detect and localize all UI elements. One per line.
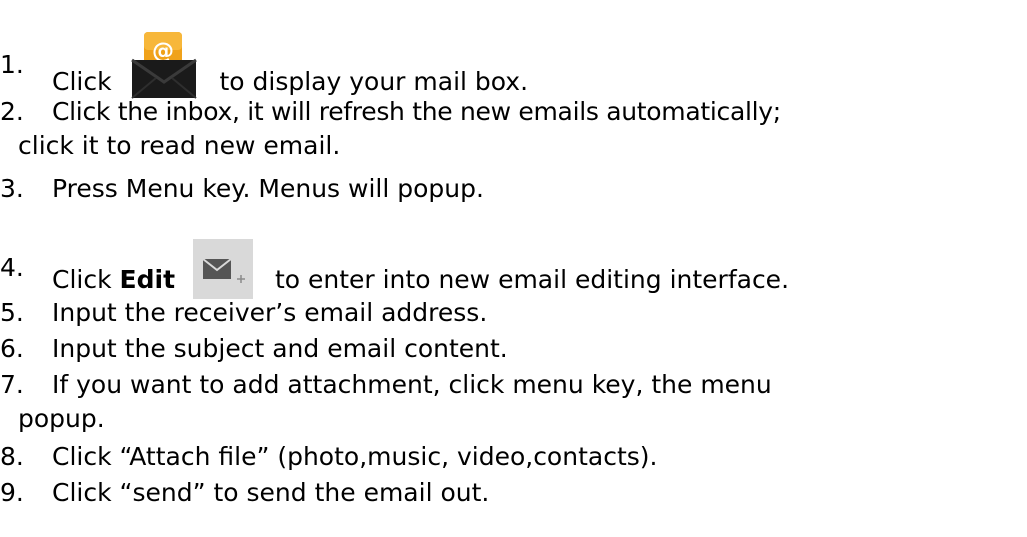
step-text: Input the receiver’s email address. [52, 298, 488, 327]
step-text-line-2: click it to read new email. [18, 131, 341, 160]
email-app-icon: @ [126, 30, 202, 100]
step-number: 3. [0, 174, 24, 203]
step-number: 7. [0, 370, 24, 399]
step-text: Click “send” to send the email out. [52, 478, 490, 507]
step-number: 5. [0, 298, 24, 327]
step-text-line-1: If you want to add attachment, click men… [52, 370, 772, 399]
step-number: 6. [0, 334, 24, 363]
step-number: 8. [0, 442, 24, 471]
step-text: Input the subject and email content. [52, 334, 508, 363]
compose-email-icon [192, 239, 253, 299]
step-number: 2. [0, 97, 24, 126]
step-text-before: Click [52, 265, 112, 294]
step-text-line-2: popup. [18, 404, 105, 433]
step-text: Click “Attach file” (photo,music, video,… [52, 442, 658, 471]
step-number: 4. [0, 253, 24, 282]
step-text-after: to display your mail box. [219, 67, 529, 96]
step-text-before: Click [52, 67, 112, 96]
step-number: 9. [0, 478, 24, 507]
step-text: Press Menu key. Menus will popup. [52, 174, 484, 203]
edit-label: Edit [119, 265, 176, 294]
step-text-line-1: Click the inbox, it will refresh the new… [52, 97, 781, 126]
step-text-after: to enter into new email editing interfac… [274, 265, 790, 294]
step-number: 1. [0, 50, 24, 79]
